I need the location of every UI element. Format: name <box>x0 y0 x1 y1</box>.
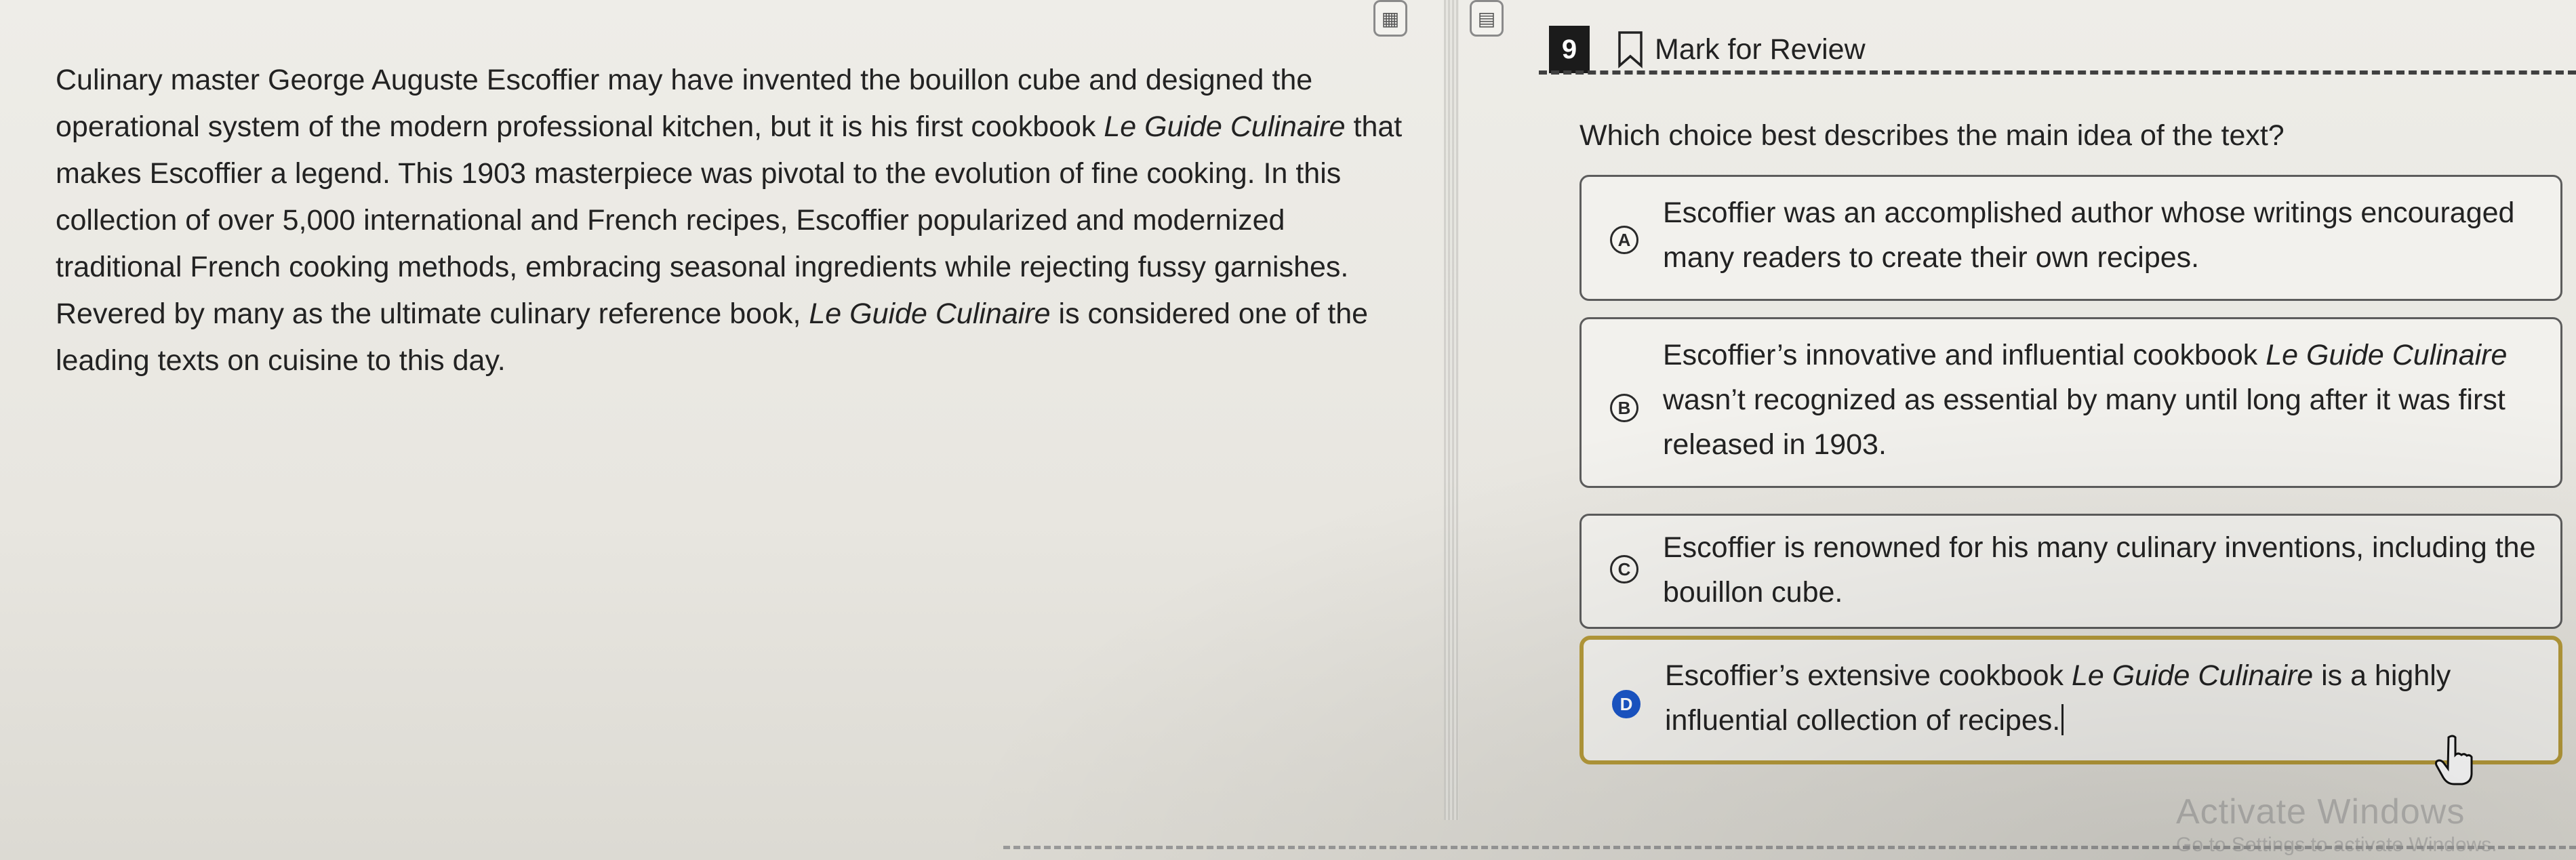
text-caret <box>2061 704 2064 735</box>
choice-d-part-1: Escoffier’s extensive cookbook <box>1665 659 2072 692</box>
mark-for-review-label: Mark for Review <box>1655 33 1866 66</box>
hand-cursor-icon <box>2435 735 2473 785</box>
reading-passage: Culinary master George Auguste Escoffier… <box>56 57 1411 384</box>
choice-text-c: Escoffier is renowned for his many culin… <box>1663 531 2536 609</box>
answer-choice-a[interactable]: A Escoffier was an accomplished author w… <box>1579 175 2562 301</box>
calculator-icon: ▦ <box>1381 7 1400 29</box>
choice-letter-a: A <box>1610 226 1638 254</box>
activate-windows-watermark: Activate Windows <box>2176 792 2466 832</box>
choice-b-book-title: Le Guide Culinaire <box>2266 339 2508 371</box>
choice-text-b: Escoffier’s innovative and influential c… <box>1663 333 2540 467</box>
answer-choice-b[interactable]: B Escoffier’s innovative and influential… <box>1579 317 2562 488</box>
activate-windows-subtitle: Go to Settings to activate Windows. <box>2176 834 2497 856</box>
answer-choice-d-selected[interactable]: D Escoffier’s extensive cookbook Le Guid… <box>1579 636 2562 764</box>
bookmark-icon <box>1618 31 1643 68</box>
choice-b-part-1: Escoffier’s innovative and influential c… <box>1663 339 2266 371</box>
choice-letter-b: B <box>1610 394 1638 422</box>
calculator-button[interactable]: ▦ <box>1373 0 1407 37</box>
header-divider <box>1539 70 2576 75</box>
reference-sheet-icon: ▤ <box>1477 7 1496 29</box>
book-title: Le Guide Culinaire <box>1104 110 1346 143</box>
choice-text-d: Escoffier’s extensive cookbook Le Guide … <box>1665 653 2538 743</box>
reference-button[interactable]: ▤ <box>1470 0 1504 37</box>
mark-for-review-button[interactable]: Mark for Review <box>1617 26 1866 73</box>
choice-letter-d: D <box>1612 690 1641 718</box>
pane-divider[interactable] <box>1444 0 1459 820</box>
book-title: Le Guide Culinaire <box>809 298 1051 330</box>
choice-b-part-2: wasn’t recognized as essential by many u… <box>1663 384 2505 461</box>
answer-choice-c[interactable]: C Escoffier is renowned for his many cul… <box>1579 514 2562 629</box>
question-number: 9 <box>1549 26 1590 73</box>
choice-d-book-title: Le Guide Culinaire <box>2071 659 2314 692</box>
choice-letter-c: C <box>1610 555 1638 583</box>
question-prompt: Which choice best describes the main ide… <box>1579 119 2285 152</box>
test-screen: ▦ ▤ Culinary master George Auguste Escof… <box>0 0 2576 860</box>
choice-text-a: Escoffier was an accomplished author who… <box>1663 197 2515 274</box>
passage-text: Culinary master George Auguste Escoffier… <box>56 57 1411 384</box>
